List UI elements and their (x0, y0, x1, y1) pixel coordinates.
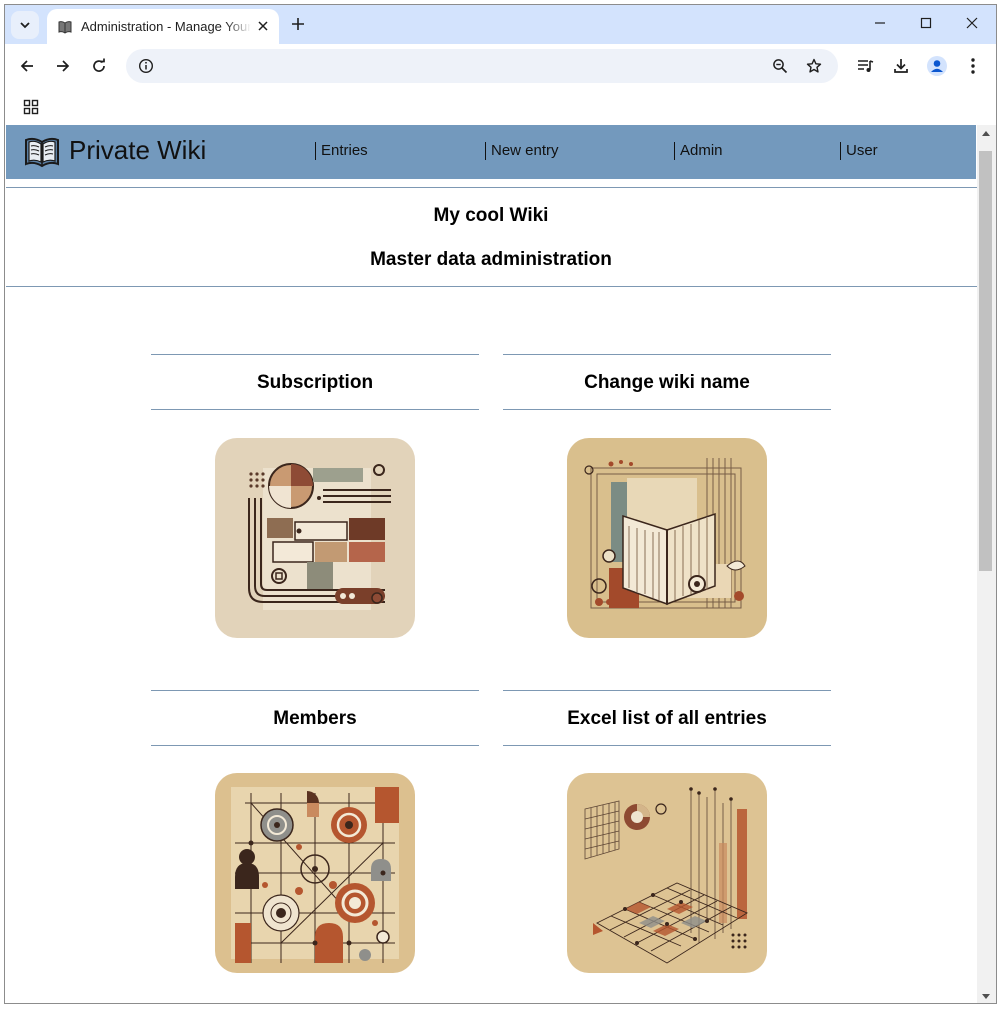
tab-search-button[interactable] (11, 11, 39, 39)
page-title: Master data administration (370, 249, 612, 270)
nav-admin[interactable]: Admin (674, 142, 723, 160)
arrow-left-icon (20, 60, 33, 72)
profile-avatar-icon[interactable] (923, 52, 951, 80)
card-divider (151, 745, 479, 746)
card-divider (151, 409, 479, 410)
divider (6, 187, 977, 188)
back-button[interactable] (11, 50, 43, 82)
tab-strip: Administration - Manage Your Private Wik… (5, 5, 996, 44)
close-window-button[interactable] (949, 5, 995, 41)
apps-grid-icon[interactable] (19, 95, 43, 119)
card-divider (503, 354, 831, 355)
browser-window: Administration - Manage Your Private Wik… (4, 4, 997, 1004)
wiki-name-heading: My cool Wiki (433, 205, 549, 226)
tab-close-icon[interactable] (255, 18, 271, 34)
card-divider (151, 354, 479, 355)
maximize-button[interactable] (903, 5, 949, 41)
address-bar[interactable] (126, 49, 838, 83)
subscription-illustration[interactable] (215, 438, 415, 638)
kebab-menu-icon[interactable] (959, 52, 987, 80)
card-divider (151, 690, 479, 691)
scroll-down-icon[interactable] (981, 993, 991, 1001)
zoom-icon[interactable] (768, 54, 792, 78)
scroll-up-icon[interactable] (981, 129, 991, 137)
chevron-down-icon (20, 22, 30, 29)
browser-toolbar (5, 44, 996, 89)
card-title-change-wiki-name[interactable]: Change wiki name (503, 372, 831, 394)
bookmarks-bar (5, 89, 996, 126)
site-title[interactable]: Private Wiki (69, 135, 206, 166)
card-title-subscription[interactable]: Subscription (151, 372, 479, 394)
card-title-members[interactable]: Members (151, 708, 479, 730)
divider (6, 286, 977, 287)
nav-user[interactable]: User (840, 142, 878, 160)
site-info-icon[interactable] (134, 54, 158, 78)
excel-list-illustration[interactable] (567, 773, 767, 973)
site-header: Private Wiki Entries New entry Admin Use… (6, 125, 976, 179)
nav-new-entry[interactable]: New entry (485, 142, 559, 160)
page-viewport: Private Wiki Entries New entry Admin Use… (5, 125, 977, 1003)
nav-entries[interactable]: Entries (315, 142, 368, 160)
arrow-right-icon (57, 60, 70, 72)
minimize-icon (875, 22, 885, 24)
download-icon[interactable] (887, 52, 915, 80)
reload-button[interactable] (83, 50, 115, 82)
card-divider (503, 409, 831, 410)
card-divider (503, 745, 831, 746)
change-wiki-name-illustration[interactable] (567, 438, 767, 638)
forward-button[interactable] (47, 50, 79, 82)
bookmark-star-icon[interactable] (802, 54, 826, 78)
tab-title: Administration - Manage Your Private Wik… (81, 19, 251, 34)
book-favicon-icon (57, 19, 73, 35)
card-divider (503, 690, 831, 691)
close-icon (966, 17, 978, 29)
new-tab-button[interactable] (287, 13, 309, 35)
members-illustration[interactable] (215, 773, 415, 973)
browser-tab[interactable]: Administration - Manage Your Private Wik… (47, 9, 279, 44)
minimize-button[interactable] (857, 5, 903, 41)
scrollbar-thumb[interactable] (979, 151, 992, 571)
reload-icon (93, 58, 105, 72)
page-scrollbar[interactable] (977, 125, 996, 1003)
url-input[interactable] (166, 55, 750, 79)
card-title-excel-list[interactable]: Excel list of all entries (503, 708, 831, 730)
media-control-icon[interactable] (851, 52, 879, 80)
maximize-icon (920, 17, 932, 29)
open-book-logo-icon (25, 137, 59, 168)
plus-icon (292, 18, 304, 30)
